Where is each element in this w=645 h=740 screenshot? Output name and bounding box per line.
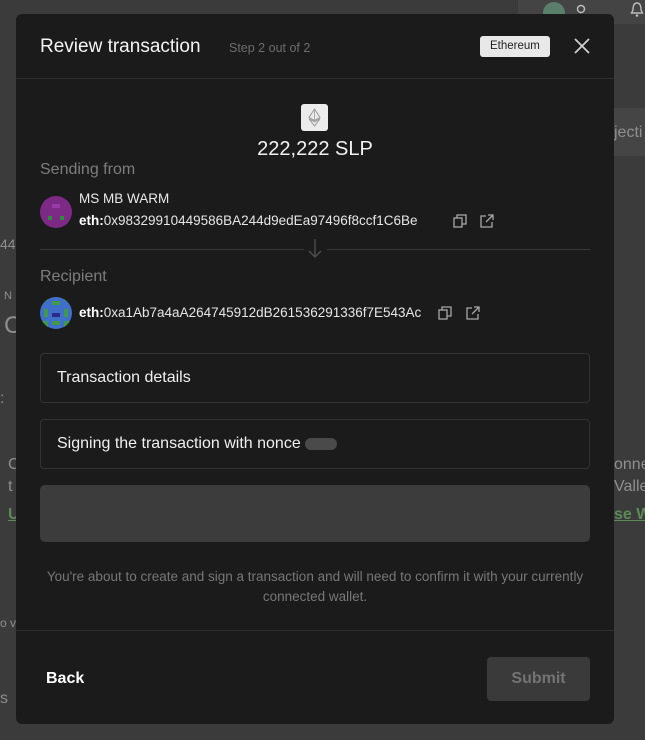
signing-nonce-row: Signing the transaction with nonce [57, 435, 337, 453]
background-link: se W [614, 506, 645, 523]
modal-title: Review transaction [40, 36, 201, 57]
copy-icon[interactable] [438, 306, 452, 320]
close-button[interactable] [572, 34, 592, 58]
back-button[interactable]: Back [46, 657, 120, 701]
sending-from-label: Sending from [40, 161, 136, 178]
submit-button[interactable]: Submit [487, 657, 590, 701]
ethereum-icon [301, 104, 328, 131]
step-indicator: Step 2 out of 2 [229, 41, 311, 55]
direction-divider [40, 239, 590, 260]
address-prefix: eth: [79, 213, 104, 228]
nonce-loading-placeholder [304, 437, 337, 450]
background-text: N [4, 290, 12, 302]
transaction-details-label: Transaction details [57, 369, 191, 386]
background-text: t [8, 478, 13, 495]
sender-avatar [40, 196, 72, 228]
confirmation-notice: You're about to create and sign a transa… [46, 569, 584, 604]
address-prefix: eth: [79, 305, 104, 320]
external-link-icon[interactable] [466, 306, 480, 320]
signing-nonce-label: Signing the transaction with nonce [57, 435, 301, 452]
modal-footer: Back Submit [16, 630, 614, 724]
background-text: jecti [614, 124, 643, 141]
close-icon [574, 38, 590, 54]
address-value: 0xa1Ab7a4aA264745912dB261536291336f7E543… [103, 305, 422, 320]
loading-placeholder [40, 485, 590, 542]
signing-nonce-section[interactable]: Signing the transaction with nonce [40, 419, 590, 469]
token-amount: 222,222 SLP [257, 138, 373, 160]
address-value: 0x98329910449586BA244d9edEa97496f8ccf1C6… [103, 213, 418, 228]
modal-header: Review transaction Step 2 out of 2 Ether… [16, 14, 614, 79]
recipient-avatar [40, 297, 72, 329]
arrow-down-icon [306, 238, 324, 265]
external-link-icon[interactable] [480, 214, 494, 228]
divider-line [327, 249, 590, 250]
bell-icon [630, 2, 644, 23]
background-text: 44 [0, 236, 16, 252]
background-text: o v [0, 616, 17, 630]
recipient-address: eth:0xa1Ab7a4aA264745912dB261536291336f7… [79, 305, 421, 320]
review-transaction-modal: Review transaction Step 2 out of 2 Ether… [16, 14, 614, 724]
background-text: s [0, 690, 8, 707]
background-text: : [0, 390, 5, 407]
sender-address: eth:0x98329910449586BA244d9edEa97496f8cc… [79, 213, 418, 228]
transaction-details-section[interactable]: Transaction details [40, 353, 590, 403]
network-badge: Ethereum [480, 36, 550, 57]
sender-name: MS MB WARM [79, 191, 170, 206]
divider-line [40, 249, 304, 250]
background-text: Vallet [614, 478, 645, 495]
recipient-label: Recipient [40, 268, 107, 285]
copy-icon[interactable] [453, 214, 467, 228]
background-text: onne [614, 456, 645, 473]
